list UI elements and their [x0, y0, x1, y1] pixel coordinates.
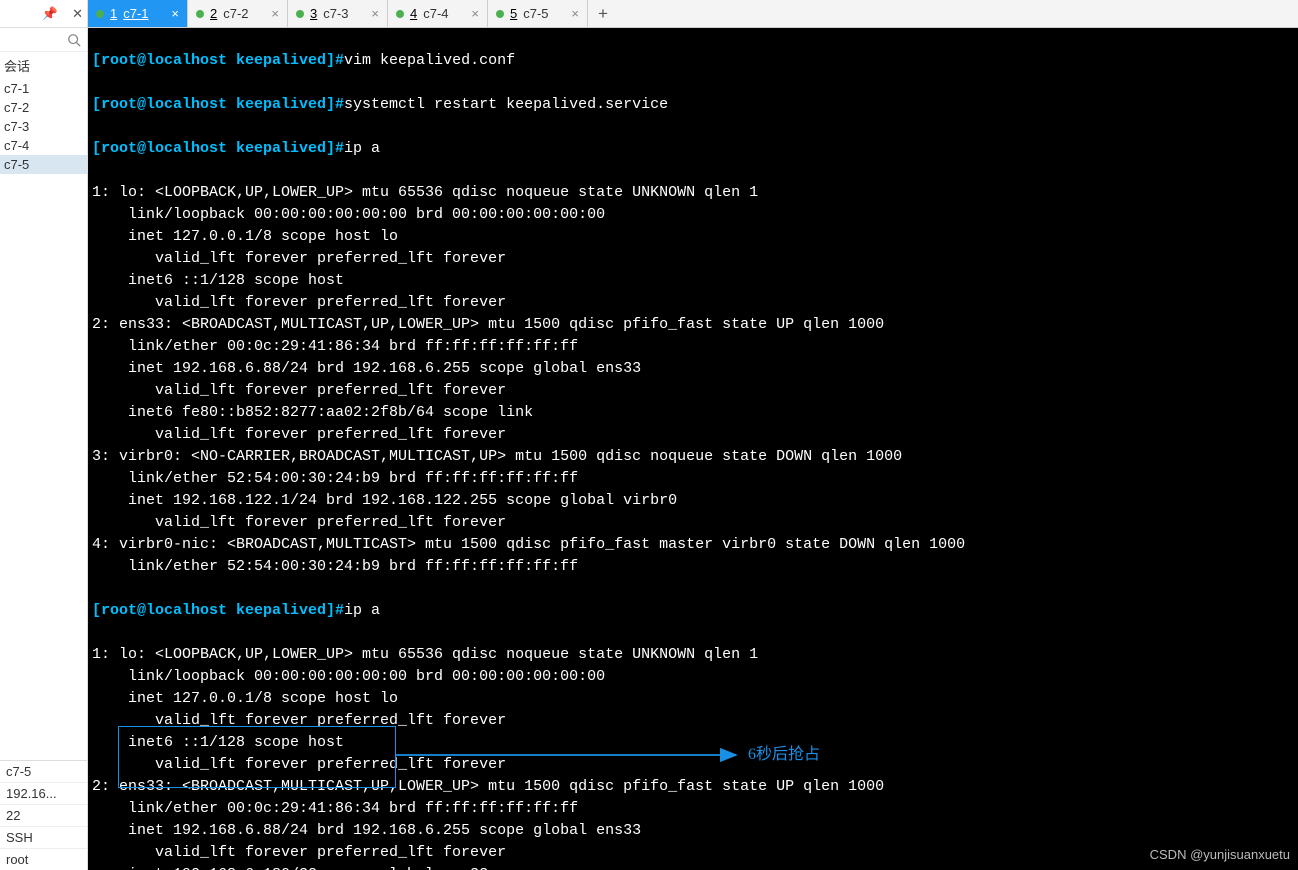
tab-close-icon[interactable]: × — [471, 6, 479, 21]
pin-icon[interactable]: 📌 — [42, 6, 58, 22]
tab-close-icon[interactable]: × — [571, 6, 579, 21]
tab-c7-4[interactable]: 4 c7-4 × — [388, 0, 488, 27]
prompt: [root@localhost keepalived]# — [92, 96, 344, 113]
tab-number: 3 — [310, 6, 317, 21]
tab-number: 5 — [510, 6, 517, 21]
search-icon — [67, 33, 81, 47]
prompt: [root@localhost keepalived]# — [92, 52, 344, 69]
tab-label: c7-1 — [123, 6, 148, 21]
cmd-ipa1: ip a — [344, 140, 380, 157]
output-block-1: 1: lo: <LOOPBACK,UP,LOWER_UP> mtu 65536 … — [92, 182, 1294, 578]
sidebar-item-c7-2[interactable]: c7-2 — [0, 98, 87, 117]
info-ip: 192.16... — [0, 782, 87, 804]
tab-label: c7-5 — [523, 6, 548, 21]
sidebar-info: c7-5 192.16... 22 SSH root — [0, 760, 87, 870]
info-user: root — [0, 848, 87, 870]
cmd-vim: vim keepalived.conf — [344, 52, 515, 69]
status-dot-icon — [196, 10, 204, 18]
tab-close-icon[interactable]: × — [371, 6, 379, 21]
annotation-arrow-icon — [396, 744, 746, 766]
tab-close-icon[interactable]: × — [271, 6, 279, 21]
sidebar-item-c7-4[interactable]: c7-4 — [0, 136, 87, 155]
tab-c7-5[interactable]: 5 c7-5 × — [488, 0, 588, 27]
tab-label: c7-2 — [223, 6, 248, 21]
info-port: 22 — [0, 804, 87, 826]
add-tab-button[interactable]: + — [588, 0, 618, 27]
tab-number: 2 — [210, 6, 217, 21]
tab-close-icon[interactable]: × — [171, 6, 179, 21]
terminal[interactable]: [root@localhost keepalived]#vim keepaliv… — [88, 28, 1298, 870]
status-dot-icon — [96, 10, 104, 18]
prompt: [root@localhost keepalived]# — [92, 602, 344, 619]
annotation-box — [118, 726, 396, 788]
info-proto: SSH — [0, 826, 87, 848]
status-dot-icon — [496, 10, 504, 18]
cmd-ipa2: ip a — [344, 602, 380, 619]
status-dot-icon — [396, 10, 404, 18]
annotation-text: 6秒后抢占 — [748, 744, 820, 766]
status-dot-icon — [296, 10, 304, 18]
tab-number: 1 — [110, 6, 117, 21]
sidebar-controls: 📌 ✕ — [0, 0, 87, 28]
sidebar-item-c7-1[interactable]: c7-1 — [0, 79, 87, 98]
sessions-list: c7-1 c7-2 c7-3 c7-4 c7-5 — [0, 79, 87, 174]
tab-label: c7-4 — [423, 6, 448, 21]
tab-c7-2[interactable]: 2 c7-2 × — [188, 0, 288, 27]
prompt: [root@localhost keepalived]# — [92, 140, 344, 157]
tab-c7-3[interactable]: 3 c7-3 × — [288, 0, 388, 27]
sidebar-item-c7-3[interactable]: c7-3 — [0, 117, 87, 136]
tab-number: 4 — [410, 6, 417, 21]
tab-c7-1[interactable]: 1 c7-1 × — [88, 0, 188, 27]
sidebar: 📌 ✕ 会话 c7-1 c7-2 c7-3 c7-4 c7-5 c7-5 192… — [0, 0, 88, 870]
tab-bar: 1 c7-1 × 2 c7-2 × 3 c7-3 × 4 c7-4 × — [88, 0, 1298, 28]
close-icon[interactable]: ✕ — [72, 6, 83, 22]
info-host: c7-5 — [0, 761, 87, 782]
sessions-header: 会话 — [0, 52, 87, 79]
main-area: 1 c7-1 × 2 c7-2 × 3 c7-3 × 4 c7-4 × — [88, 0, 1298, 870]
sidebar-search[interactable] — [0, 28, 87, 52]
cmd-restart: systemctl restart keepalived.service — [344, 96, 668, 113]
watermark: CSDN @yunjisuanxuetu — [1150, 844, 1290, 866]
tab-label: c7-3 — [323, 6, 348, 21]
sidebar-item-c7-5[interactable]: c7-5 — [0, 155, 87, 174]
